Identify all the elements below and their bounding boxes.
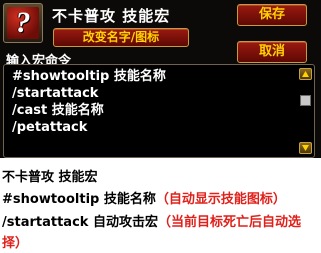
cancel-button[interactable]: 取消 xyxy=(237,41,307,63)
macro-line: #showtooltip 技能名称 xyxy=(12,69,166,84)
macro-name-label: 不卡普攻 技能宏 xyxy=(52,7,171,25)
save-button[interactable]: 保存 xyxy=(237,4,307,26)
macro-line: /startattack xyxy=(12,86,99,101)
note-hint: （当前目标死亡后自动选 xyxy=(157,215,301,230)
note-hint: （自动显示技能图标） xyxy=(155,192,286,207)
note-line-startattack: /startattack 自动攻击宏（当前目标死亡后自动选 xyxy=(2,211,301,230)
scroll-thumb[interactable] xyxy=(300,95,311,106)
macro-line: /cast 技能名称 xyxy=(12,103,104,118)
note-line-showtooltip: #showtooltip 技能名称（自动显示技能图标） xyxy=(2,188,286,207)
scroll-up-arrow-icon[interactable] xyxy=(299,68,312,80)
question-mark-icon: ? xyxy=(7,7,39,39)
macro-editor-panel: ? 不卡普攻 技能宏 保存 改变名字/图标 取消 输入宏命令 #showtool… xyxy=(0,0,321,158)
macro-icon-button[interactable]: ? xyxy=(3,3,43,43)
note-command: /startattack 自动攻击宏 xyxy=(2,215,158,230)
scrollbar[interactable] xyxy=(299,68,312,154)
macro-command-textarea[interactable]: #showtooltip 技能名称 /startattack /cast 技能名… xyxy=(3,64,315,158)
note-hint-continued: 择） xyxy=(2,236,29,251)
note-command: #showtooltip 技能名称 xyxy=(2,192,156,207)
notes-title: 不卡普攻 技能宏 xyxy=(2,170,98,185)
change-name-icon-button[interactable]: 改变名字/图标 xyxy=(53,28,189,47)
scroll-down-arrow-icon[interactable] xyxy=(299,142,312,154)
macro-line: /petattack xyxy=(12,120,88,135)
